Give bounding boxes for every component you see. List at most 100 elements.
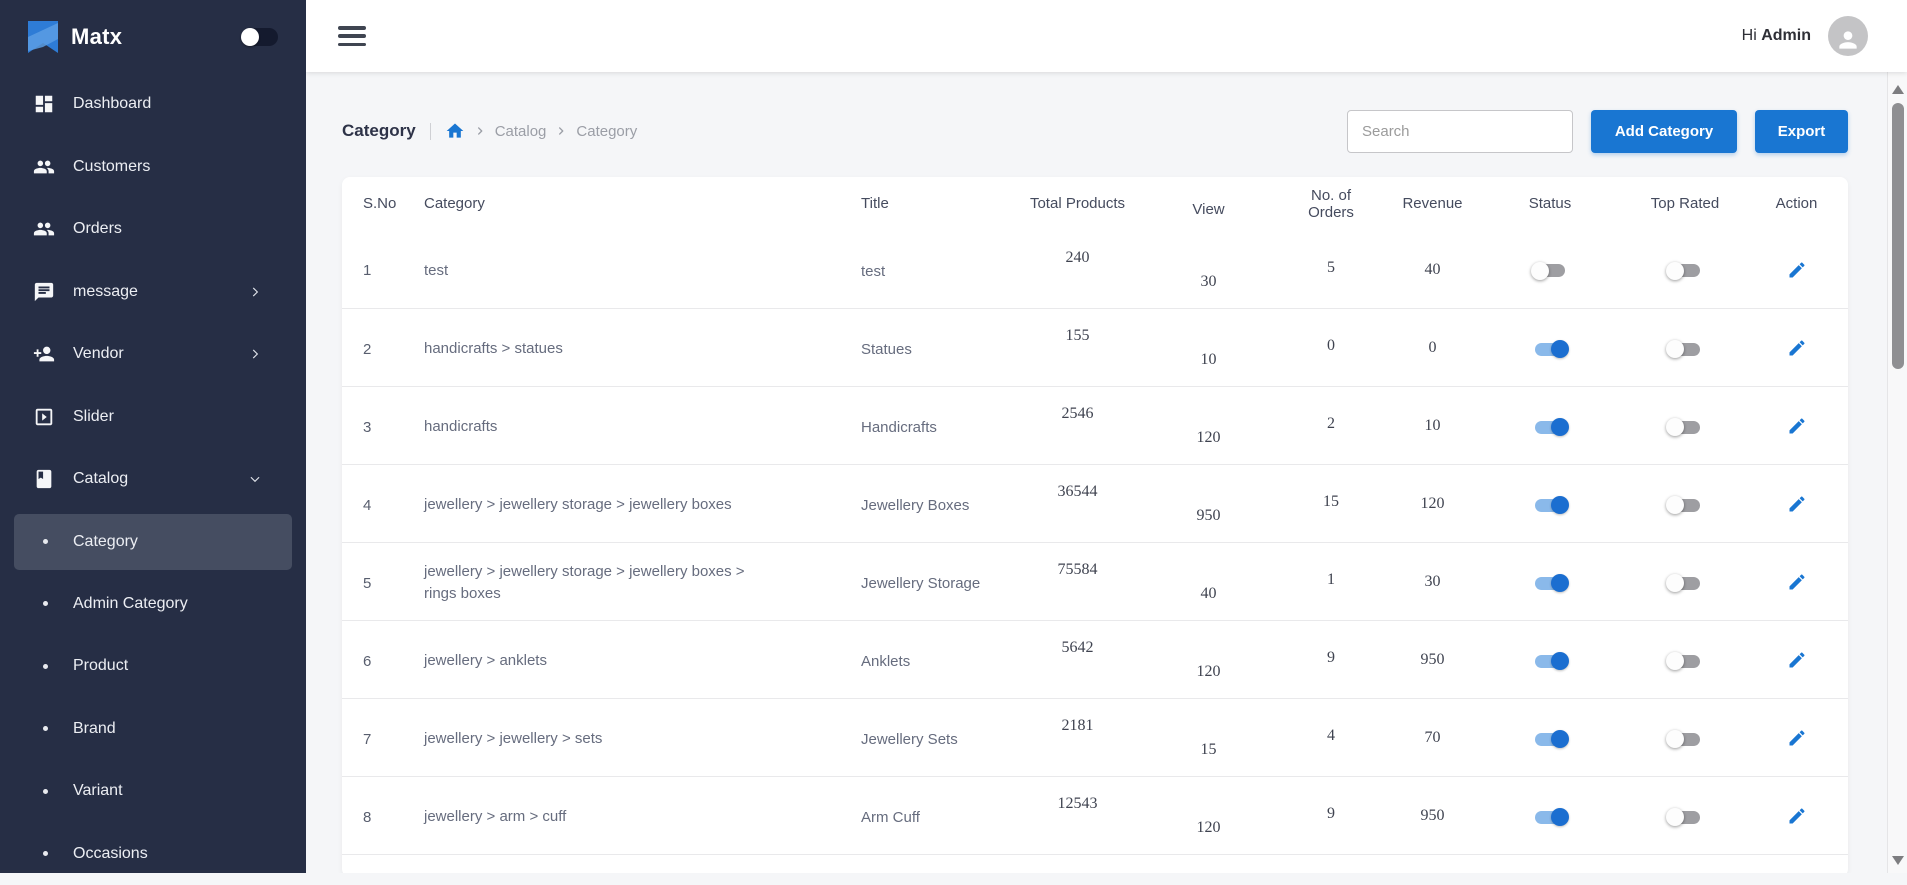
status-toggle[interactable] [1533,262,1567,280]
edit-button[interactable] [1787,260,1807,280]
row-revenue: 0 [1429,339,1437,357]
avatar[interactable] [1828,16,1868,56]
table-row: 3 handicrafts Handicrafts 2546 120 2 10 [342,386,1848,464]
row-view: 120 [1197,819,1221,837]
status-toggle[interactable] [1533,340,1567,358]
column-header-category: Category [410,177,845,230]
bullet-icon [43,664,48,669]
edit-button[interactable] [1787,650,1807,670]
status-toggle[interactable] [1533,730,1567,748]
row-title: Jewellery Storage [861,575,980,592]
edit-button[interactable] [1787,572,1807,592]
edit-button[interactable] [1787,494,1807,514]
row-orders: 2 [1327,415,1335,433]
top-rated-toggle[interactable] [1668,730,1702,748]
sidebar-item-message[interactable]: message [0,261,306,324]
row-orders: 9 [1327,649,1335,667]
table-row: 7 jewellery > jewellery > sets Jewellery… [342,698,1848,776]
edit-button[interactable] [1787,806,1807,826]
sidebar-subitem-category[interactable]: Category [14,514,292,570]
top-rated-toggle[interactable] [1668,340,1702,358]
matx-logo-icon [28,21,58,53]
book-icon [33,468,55,490]
scroll-up-arrow-icon[interactable] [1892,85,1904,94]
edit-button[interactable] [1787,728,1807,748]
scrollbar-thumb[interactable] [1892,103,1904,369]
column-header-top-rated: Top Rated [1625,177,1745,230]
dashboard-icon [33,93,55,115]
sidebar-subitem-occasions[interactable]: Occasions [0,823,306,885]
row-total-products: 12543 [1058,795,1098,813]
sidebar-item-dashboard[interactable]: Dashboard [0,73,306,136]
status-toggle[interactable] [1533,652,1567,670]
edit-button[interactable] [1787,338,1807,358]
row-revenue: 30 [1425,573,1441,591]
home-icon[interactable] [445,121,465,141]
top-rated-toggle[interactable] [1668,652,1702,670]
row-category: test [424,260,448,282]
status-toggle[interactable] [1533,574,1567,592]
export-button[interactable]: Export [1755,110,1848,153]
sidebar-item-customers[interactable]: Customers [0,136,306,199]
top-rated-toggle[interactable] [1668,808,1702,826]
sidebar-subitem-variant[interactable]: Variant [0,760,306,823]
row-revenue: 70 [1425,729,1441,747]
row-title: Arm Cuff [861,809,920,826]
column-header-orders: No. of Orders [1272,177,1390,230]
sidebar-item-catalog[interactable]: Catalog [0,448,306,511]
row-view: 950 [1197,507,1221,525]
status-toggle[interactable] [1533,808,1567,826]
sidebar-item-vendor[interactable]: Vendor [0,323,306,386]
sidebar-subitem-brand[interactable]: Brand [0,698,306,761]
row-category: handicrafts > statues [424,338,563,360]
search-input[interactable] [1347,110,1573,153]
column-header-total-products: Total Products [1010,177,1145,230]
page-title: Category [342,121,416,141]
row-category: handicrafts [424,416,497,438]
status-toggle[interactable] [1533,496,1567,514]
table-row: 6 jewellery > anklets Anklets 5642 120 9… [342,620,1848,698]
pencil-icon [1787,728,1807,748]
sidebar-subitem-admin-category[interactable]: Admin Category [0,573,306,636]
table-row: 4 jewellery > jewellery storage > jewell… [342,464,1848,542]
edit-button[interactable] [1787,416,1807,436]
bullet-icon [43,726,48,731]
breadcrumb-link-category[interactable]: Category [576,123,637,140]
top-rated-toggle[interactable] [1668,574,1702,592]
sidebar-item-orders[interactable]: Orders [0,198,306,261]
column-header-title: Title [845,177,1010,230]
row-total-products: 2546 [1062,405,1094,423]
row-orders: 9 [1327,805,1335,823]
menu-icon[interactable] [338,26,366,46]
breadcrumb-link-catalog[interactable]: Catalog [495,123,547,140]
status-toggle[interactable] [1533,418,1567,436]
row-total-products: 5642 [1062,639,1094,657]
top-rated-toggle[interactable] [1668,262,1702,280]
row-sno: 1 [363,262,371,279]
sidebar-compact-toggle[interactable] [241,28,278,46]
sidebar-item-slider[interactable]: Slider [0,386,306,449]
column-header-view: View [1145,177,1272,230]
top-rated-toggle[interactable] [1668,496,1702,514]
row-sno: 4 [363,497,371,514]
category-table-card: S.No Category Title Total Products View … [342,177,1848,873]
row-title: test [861,263,885,280]
sidebar-subitem-product[interactable]: Product [0,635,306,698]
top-rated-toggle[interactable] [1668,418,1702,436]
chevron-right-icon [248,347,262,361]
pencil-icon [1787,260,1807,280]
bullet-icon [43,789,48,794]
add-category-button[interactable]: Add Category [1591,110,1737,153]
scroll-down-arrow-icon[interactable] [1892,856,1904,865]
chevron-right-icon [553,123,569,139]
row-sno: 8 [363,809,371,826]
row-view: 120 [1197,663,1221,681]
row-orders: 0 [1327,337,1335,355]
chevron-down-icon [248,472,262,486]
pencil-icon [1787,806,1807,826]
vertical-scrollbar[interactable] [1887,72,1907,873]
table-row: 5 jewellery > jewellery storage > jewell… [342,542,1848,620]
sidebar-nav: Dashboard Customers Orders message Vendo… [0,73,306,885]
row-revenue: 10 [1425,417,1441,435]
row-category: jewellery > anklets [424,650,547,672]
